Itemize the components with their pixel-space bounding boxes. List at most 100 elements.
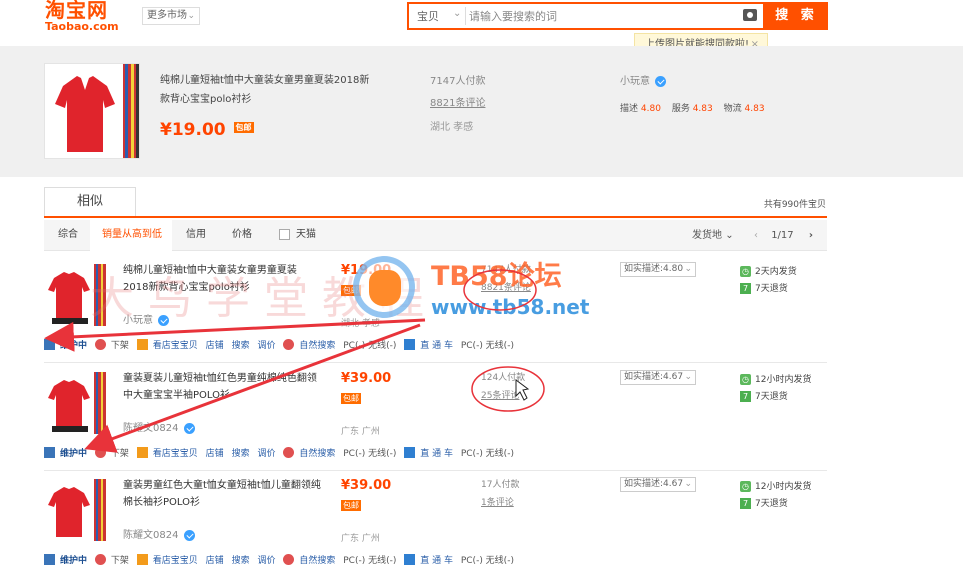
shop-link[interactable]: 店铺	[206, 446, 224, 459]
offline-label[interactable]: 下架	[111, 446, 129, 459]
pc-mobile-stats: PC(-) 无线(-)	[343, 341, 397, 351]
maintenance-label[interactable]: 维护中	[60, 338, 87, 351]
search-link[interactable]: 搜索	[232, 553, 250, 566]
rating-dropdown[interactable]: 如实描述:4.67 ⌄	[620, 477, 696, 492]
adjust-price-link[interactable]: 调价	[257, 338, 275, 351]
natural-search-link[interactable]: 自然搜索	[299, 338, 335, 351]
adjust-price-link[interactable]: 调价	[257, 553, 275, 566]
return-text: 7天退货	[755, 499, 788, 509]
result-image[interactable]	[44, 479, 106, 541]
result-title[interactable]: 童装男童红色大童t恤女童短袖t恤儿童翻领纯棉长袖衫POLO衫	[123, 477, 321, 511]
result-shop[interactable]: 陈耀文0824	[123, 419, 195, 434]
search-link[interactable]: 搜索	[232, 338, 250, 351]
rating-dropdown[interactable]: 如实描述:4.80 ⌄	[620, 262, 696, 277]
ship-time: ◷ 12小时内发货	[740, 479, 811, 492]
offline-label[interactable]: 下架	[111, 553, 129, 566]
shop-link[interactable]: 店铺	[206, 338, 224, 351]
shop-link[interactable]: 店铺	[206, 553, 224, 566]
red-polo-shirt-image	[48, 479, 106, 541]
more-markets-dropdown[interactable]: 更多市场 ⌄	[142, 7, 200, 25]
next-page-icon[interactable]: ›	[809, 230, 813, 241]
view-shop-link[interactable]: 看店宝宝贝	[153, 553, 198, 566]
result-image[interactable]	[44, 372, 106, 434]
forum-url: www.tb58.net	[431, 295, 590, 319]
direct-train-icon	[404, 339, 416, 350]
shop-name-text: 陈耀文0824	[123, 423, 179, 434]
search-link[interactable]: 搜索	[232, 446, 250, 459]
tmall-label: 天猫	[296, 229, 316, 240]
sort-default[interactable]: 综合	[58, 220, 78, 251]
chevron-down-icon: ⌄	[684, 264, 692, 274]
badge-text: 包邮	[341, 393, 361, 404]
reviews-link[interactable]: 8821条评论	[430, 94, 485, 109]
pc-mobile-stats: PC(-) 无线(-)	[460, 341, 514, 351]
result-shop[interactable]: 陈耀文0824	[123, 526, 195, 541]
sort-price[interactable]: 价格	[232, 220, 252, 251]
adjust-price-link[interactable]: 调价	[257, 446, 275, 459]
seven-day-icon: 7	[740, 391, 751, 402]
offline-label[interactable]: 下架	[111, 338, 129, 351]
ship-time-text: 12小时内发货	[755, 375, 812, 385]
pc-mobile-stats: PC(-) 无线(-)	[343, 449, 397, 459]
natural-search-link[interactable]: 自然搜索	[299, 553, 335, 566]
shop-tool-icon	[136, 339, 148, 350]
view-shop-link[interactable]: 看店宝宝贝	[153, 446, 198, 459]
score-label: 描述	[620, 104, 639, 114]
result-reviews[interactable]: 1条评论	[481, 495, 514, 508]
result-location: 广东 广州	[341, 534, 380, 544]
return-text: 7天退货	[755, 392, 788, 402]
ship-time: ◷ 2天内发货	[740, 264, 797, 277]
taobao-logo[interactable]: 淘宝网 Taobao.com	[45, 0, 119, 34]
red-polo-shirt-image	[55, 64, 139, 158]
maintenance-label[interactable]: 维护中	[60, 446, 87, 459]
tool-bar: 维护中 下架 看店宝宝贝 店铺 搜索 调价 自然搜索 PC(-) 无线(-) 直…	[44, 338, 827, 351]
forum-logo: TB58论坛 www.tb58.net	[353, 252, 613, 328]
return-policy: 7 7天退货	[740, 281, 788, 294]
logo-text: 淘宝网	[45, 0, 108, 22]
chevron-down-icon: ⌄	[725, 230, 734, 241]
score-value: 4.83	[692, 104, 713, 114]
tmall-checkbox[interactable]	[279, 229, 290, 240]
direct-train-link[interactable]: 直 通 车	[420, 446, 453, 459]
result-price: ¥39.00	[341, 371, 392, 386]
search-input[interactable]	[469, 6, 729, 26]
direct-train-link[interactable]: 直 通 车	[420, 553, 453, 566]
camera-icon[interactable]	[743, 9, 757, 21]
score-value: 4.83	[744, 104, 765, 114]
more-markets-label: 更多市场	[147, 10, 187, 21]
tab-similar[interactable]: 相似	[44, 187, 136, 216]
view-shop-link[interactable]: 看店宝宝贝	[153, 338, 198, 351]
product-title[interactable]: 纯棉儿童短袖t恤中大童装女童男童夏装2018新款背心宝宝polo衬衫	[160, 71, 370, 109]
free-shipping-badge: 包邮	[341, 391, 361, 405]
ship-from-dropdown[interactable]: 发货地 ⌄	[692, 220, 734, 251]
result-price: ¥39.00	[341, 478, 392, 493]
sort-sales[interactable]: 销量从高到低	[90, 220, 172, 251]
rating-label: 如实描述:4.80	[624, 264, 684, 274]
direct-train-link[interactable]: 直 通 车	[420, 338, 453, 351]
sort-credit[interactable]: 信用	[186, 220, 206, 251]
verified-icon	[183, 422, 195, 434]
search-scope-select[interactable]: 宝贝	[417, 8, 439, 24]
pc-mobile-stats: PC(-) 无线(-)	[460, 556, 514, 566]
page: 淘宝网 Taobao.com 更多市场 ⌄ 宝贝 ⌄ 搜 索 上传图片就能搜同款…	[0, 0, 963, 580]
divider	[465, 7, 466, 25]
result-reviews[interactable]: 25条评论	[481, 388, 519, 401]
result-title[interactable]: 童装夏装儿童短袖t恤红色男童纯棉纯色翻领中大童宝宝半袖POLO衫	[123, 370, 321, 404]
forum-name: TB58论坛	[431, 261, 562, 292]
clock-icon: ◷	[740, 374, 751, 385]
shop-name-text: 小玩意	[620, 76, 650, 87]
chevron-down-icon: ⌄	[453, 8, 462, 19]
tool-bar: 维护中 下架 看店宝宝贝 店铺 搜索 调价 自然搜索 PC(-) 无线(-) 直…	[44, 446, 827, 459]
shop-name[interactable]: 小玩意	[620, 72, 667, 87]
prev-page-icon[interactable]: ‹	[754, 230, 758, 241]
offline-icon	[94, 554, 106, 565]
rating-dropdown[interactable]: 如实描述:4.67 ⌄	[620, 370, 696, 385]
search-button[interactable]: 搜 索	[765, 2, 828, 30]
product-image[interactable]	[44, 63, 140, 159]
maintenance-label[interactable]: 维护中	[60, 553, 87, 566]
ship-time: ◷ 12小时内发货	[740, 372, 811, 385]
rating-label: 如实描述:4.67	[624, 479, 684, 489]
total-count: 共有990件宝贝	[763, 200, 826, 210]
ship-time-text: 12小时内发货	[755, 482, 812, 492]
natural-search-link[interactable]: 自然搜索	[299, 446, 335, 459]
